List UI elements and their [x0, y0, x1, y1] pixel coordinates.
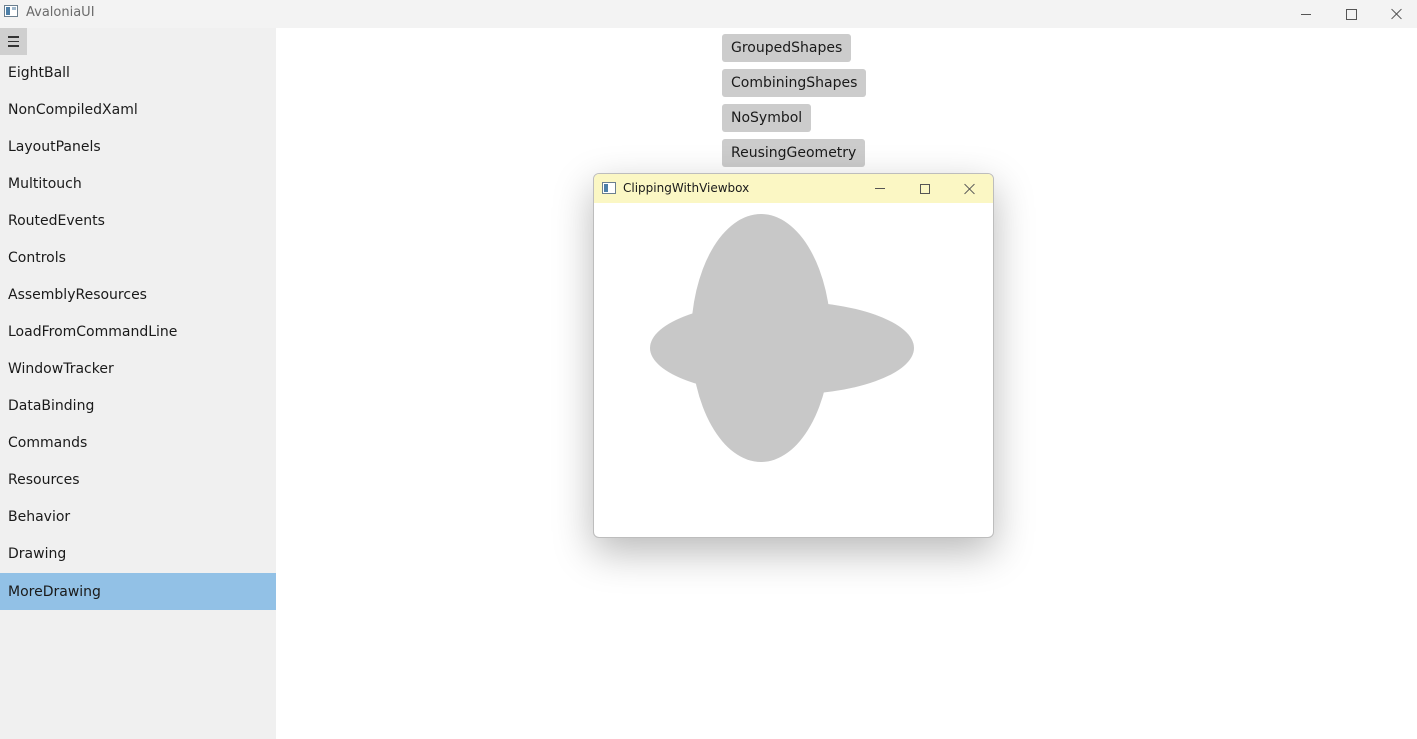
minimize-icon: [1301, 13, 1311, 15]
child-window-icon: [602, 182, 616, 194]
child-minimize-button[interactable]: [858, 174, 902, 203]
sidebar-item-drawing[interactable]: Drawing: [0, 535, 276, 572]
sidebar-item-layoutpanels[interactable]: LayoutPanels: [0, 128, 276, 165]
sidebar-item-controls[interactable]: Controls: [0, 239, 276, 276]
close-icon: [1391, 8, 1403, 20]
close-icon: [964, 183, 976, 195]
sidebar-item-commands[interactable]: Commands: [0, 424, 276, 461]
child-close-button[interactable]: [948, 174, 992, 203]
sidebar-item-behavior[interactable]: Behavior: [0, 498, 276, 535]
sidebar-item-routedevents[interactable]: RoutedEvents: [0, 202, 276, 239]
title-bar: AvaloniaUI: [0, 0, 1417, 28]
sidebar-toggle-button[interactable]: [0, 28, 27, 55]
sidebar-item-loadfromcommandline[interactable]: LoadFromCommandLine: [0, 313, 276, 350]
hamburger-icon-line: [8, 45, 19, 47]
clipping-with-viewbox-window: ClippingWithViewbox: [593, 173, 994, 538]
sidebar-item-eightball[interactable]: EightBall: [0, 54, 276, 91]
child-window-title: ClippingWithViewbox: [623, 181, 750, 195]
child-title-bar[interactable]: ClippingWithViewbox: [594, 174, 993, 203]
grouped-shapes-button[interactable]: GroupedShapes: [722, 34, 852, 62]
sidebar-item-assemblyresources[interactable]: AssemblyResources: [0, 276, 276, 313]
vertical-ellipse: [691, 214, 831, 462]
sidebar-item-databinding[interactable]: DataBinding: [0, 387, 276, 424]
drawing-canvas: [650, 214, 914, 462]
hamburger-icon: [8, 36, 19, 38]
maximize-icon: [920, 183, 930, 194]
close-button[interactable]: [1374, 0, 1417, 28]
app-window-icon: [4, 5, 18, 17]
sidebar-item-multitouch[interactable]: Multitouch: [0, 165, 276, 202]
reusing-geometry-button[interactable]: ReusingGeometry: [722, 139, 866, 167]
hamburger-icon-line: [8, 40, 19, 43]
combining-shapes-button[interactable]: CombiningShapes: [722, 69, 867, 97]
no-symbol-button[interactable]: NoSymbol: [722, 104, 812, 132]
minimize-button[interactable]: [1283, 0, 1329, 28]
window-title: AvaloniaUI: [26, 5, 95, 20]
maximize-icon: [1345, 8, 1357, 20]
sidebar-item-windowtracker[interactable]: WindowTracker: [0, 350, 276, 387]
sidebar-item-moredrawing[interactable]: MoreDrawing: [0, 573, 276, 610]
child-maximize-button[interactable]: [903, 174, 947, 203]
maximize-button[interactable]: [1328, 0, 1374, 28]
sidebar-item-noncompiledxaml[interactable]: NonCompiledXaml: [0, 91, 276, 128]
sidebar-item-resources[interactable]: Resources: [0, 461, 276, 498]
minimize-icon: [875, 188, 885, 189]
